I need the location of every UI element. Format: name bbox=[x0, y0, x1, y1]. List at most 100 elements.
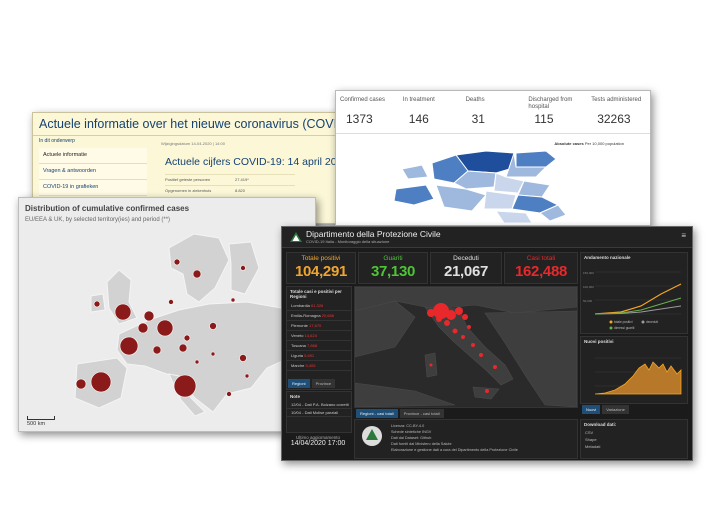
kpi-label: Totale positivi bbox=[301, 255, 341, 262]
marker-czechia bbox=[183, 334, 191, 342]
kpi-value: 37,130 bbox=[370, 263, 416, 280]
marker-romania bbox=[239, 354, 247, 362]
license-panel: Licenza: CC-BY-4.0 Schede sintetiche ING… bbox=[354, 419, 578, 459]
list-item[interactable]: Veneto 14,624 bbox=[287, 331, 351, 341]
trend-panel: Andamento nazionale 150,000 100,000 50,0… bbox=[580, 252, 688, 334]
list-item[interactable]: Toscana 7,868 bbox=[287, 341, 351, 351]
marker-austria bbox=[178, 343, 188, 353]
tab-variazione[interactable]: Variazione bbox=[602, 405, 629, 414]
row-label: Positief geteste personen bbox=[165, 177, 211, 182]
map-scale-bar: 500 km bbox=[27, 416, 55, 427]
figures-heading: Actuele cijfers COVID-19: 14 april 2020 bbox=[165, 156, 349, 168]
stats-row: Confirmed cases 1373 In treatment 146 Deat… bbox=[336, 91, 650, 133]
tab-regioni-casi[interactable]: Regioni - casi totali bbox=[356, 409, 398, 418]
new-positives-chart[interactable] bbox=[581, 346, 687, 402]
stat-deaths: Deaths 31 bbox=[462, 91, 525, 133]
last-update-value: 14/04/2020 17:00 bbox=[290, 440, 346, 447]
dashboard-title: Dipartimento della Protezione Civile bbox=[306, 229, 441, 239]
kpi-deceduti: Deceduti 21,067 bbox=[430, 252, 502, 284]
region-value: 17,670 bbox=[309, 323, 322, 328]
region-name: Piemonte bbox=[291, 323, 308, 328]
sidebar-item-grafieken[interactable]: COVID-19 in grafieken bbox=[39, 180, 147, 196]
kpi-label: Casi totali bbox=[526, 255, 556, 262]
tab-regioni[interactable]: Regioni bbox=[288, 379, 310, 388]
trend-title: Andamento nazionale bbox=[584, 255, 631, 260]
county-parnu bbox=[435, 184, 487, 212]
regions-title: Totale casi e positivi per Regioni bbox=[290, 289, 342, 299]
download-link[interactable]: CSV bbox=[585, 429, 687, 436]
landmass-sicily bbox=[472, 386, 500, 400]
marker-poland bbox=[209, 322, 217, 330]
trend-chart[interactable]: 150,000 100,000 50,000 totale positivi d… bbox=[581, 262, 687, 332]
license-line: Elaborazione e gestione dati a cura del … bbox=[391, 448, 518, 452]
sidebar-item-actuele-informatie[interactable]: Actuele informatie bbox=[39, 148, 147, 164]
dashboard-subtitle: COVID-19 Italia - Monitoraggio della sit… bbox=[306, 239, 390, 244]
kpi-value: 21,067 bbox=[443, 263, 489, 280]
legend-label: dimessi guariti bbox=[614, 326, 635, 330]
county-ida-viru bbox=[515, 150, 557, 168]
marker-italy bbox=[173, 374, 197, 398]
europe-map[interactable] bbox=[19, 198, 315, 431]
marker-ireland bbox=[93, 300, 101, 308]
region-name: Toscana bbox=[291, 343, 306, 348]
last-update-block: Ultimo aggiornamento 14/04/2020 17:00 bbox=[286, 435, 350, 447]
stat-value: 115 bbox=[534, 112, 554, 126]
row-value: 8.820 bbox=[235, 188, 246, 193]
series-dimessi-guariti bbox=[594, 297, 682, 315]
stat-value: 1373 bbox=[346, 112, 373, 126]
legend-label: deceduti bbox=[646, 320, 658, 324]
marker-baltics bbox=[230, 297, 236, 303]
stat-label: Confirmed cases bbox=[340, 97, 386, 103]
kpi-value: 162,488 bbox=[514, 263, 568, 280]
content-area: Wijzigingsdatum 14-04-2020 | 14:00 Actue… bbox=[161, 141, 351, 196]
region-name: Veneto bbox=[291, 333, 304, 338]
landmass-scandinavia bbox=[168, 233, 230, 303]
download-link[interactable]: Metadati bbox=[585, 443, 687, 450]
list-item[interactable]: Piemonte 17,670 bbox=[287, 321, 351, 331]
italy-dashboard-window: Dipartimento della Protezione Civile COV… bbox=[281, 226, 693, 461]
regions-panel: Totale casi e positivi per Regioni Lomba… bbox=[286, 286, 352, 390]
tick-label: 50,000 bbox=[583, 299, 593, 303]
marker-france bbox=[119, 336, 139, 356]
stat-label: Deaths bbox=[465, 97, 485, 103]
menu-icon[interactable]: ≡ bbox=[681, 231, 686, 240]
note-item: 12/04 - Dati P.A. Bolzano corretti bbox=[287, 401, 351, 409]
row-value: 27.419* bbox=[235, 177, 249, 182]
stat-tests: Tests administered 32263 bbox=[587, 91, 650, 133]
stat-value: 31 bbox=[471, 112, 485, 126]
notes-title: Note bbox=[290, 394, 300, 399]
scale-label: 500 km bbox=[27, 421, 46, 427]
kpi-casi-totali: Casi totali 162,488 bbox=[504, 252, 578, 284]
list-item[interactable]: Marche 5,405 bbox=[287, 361, 351, 371]
tab-province[interactable]: Province bbox=[311, 379, 336, 388]
region-name: Liguria bbox=[291, 353, 304, 358]
marker-greece bbox=[226, 391, 232, 397]
kpi-label: Guariti bbox=[383, 255, 403, 262]
download-panel: Download dati: CSV Shape Metadati bbox=[580, 419, 688, 459]
marker-netherlands bbox=[143, 310, 155, 322]
list-item[interactable]: Emilia-Romagna 20,686 bbox=[287, 311, 351, 321]
license-text: Licenza: CC-BY-4.0 Schede sintetiche ING… bbox=[391, 423, 518, 453]
list-item[interactable]: Lombardia 61,326 bbox=[287, 301, 351, 311]
download-link[interactable]: Shape bbox=[585, 436, 687, 443]
stat-label: Tests administered bbox=[591, 97, 642, 103]
list-item[interactable]: Liguria 5,691 bbox=[287, 351, 351, 361]
marker-germany bbox=[156, 319, 174, 337]
tick-label: 100,000 bbox=[583, 285, 594, 289]
landmass-continent bbox=[116, 301, 300, 413]
marker-croatia bbox=[194, 359, 200, 365]
map-tabs: Regioni - casi totali Province - casi to… bbox=[356, 409, 444, 418]
estonia-dashboard-window: Confirmed cases 1373 In treatment 146 Deat… bbox=[335, 90, 651, 226]
tab-province-casi[interactable]: Province - casi totali bbox=[399, 409, 444, 418]
county-viljandi bbox=[483, 190, 517, 210]
sidebar-item-vragen[interactable]: Vragen & antwoorden bbox=[39, 164, 147, 180]
italy-map-panel[interactable] bbox=[354, 286, 578, 408]
tab-nuovi[interactable]: Nuovi bbox=[582, 405, 601, 414]
italy-map[interactable] bbox=[354, 286, 578, 408]
series-totale-positivi bbox=[594, 283, 682, 315]
stat-discharged: Discharged from hospital 115 bbox=[524, 91, 587, 133]
county-jogeva bbox=[517, 180, 551, 198]
table-row: Opgenomen in ziekenhuis 8.820 bbox=[165, 185, 295, 196]
table-row: Positief geteste personen 27.419* bbox=[165, 174, 295, 185]
estonia-map[interactable] bbox=[336, 133, 650, 225]
